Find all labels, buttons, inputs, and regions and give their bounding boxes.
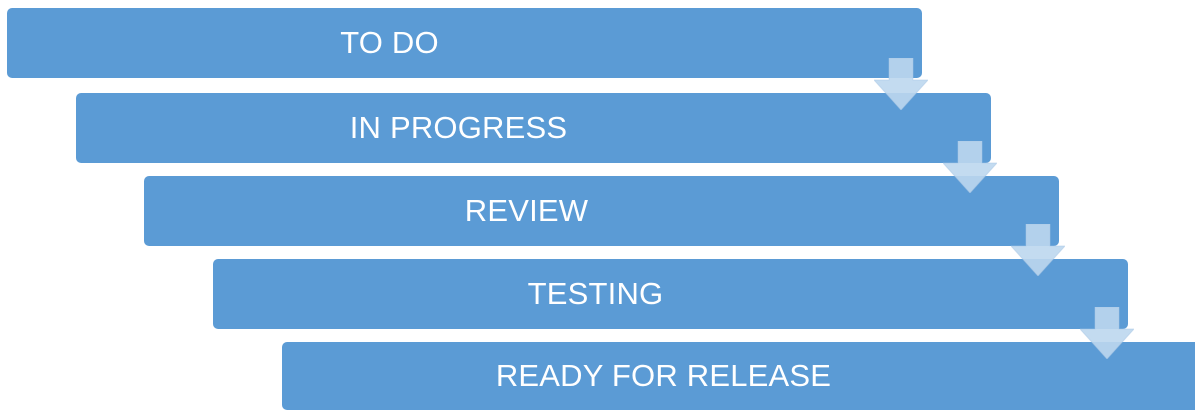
- step-label: TESTING: [527, 276, 664, 311]
- step-review: REVIEW: [144, 176, 1059, 246]
- step-in-progress: IN PROGRESS: [76, 93, 991, 163]
- arrow-down-icon: [943, 141, 997, 193]
- arrow-down-icon: [1080, 307, 1134, 359]
- process-diagram: TO DO IN PROGRESS REVIEW TESTING READY F…: [0, 0, 1195, 410]
- arrow-down-icon: [874, 58, 928, 110]
- arrow-down-icon: [1011, 224, 1065, 276]
- step-testing: TESTING: [213, 259, 1128, 329]
- step-ready-for-release: READY FOR RELEASE: [282, 342, 1195, 410]
- step-label: REVIEW: [464, 193, 589, 228]
- step-label: READY FOR RELEASE: [495, 358, 832, 393]
- step-to-do: TO DO: [7, 8, 922, 78]
- step-label: IN PROGRESS: [349, 110, 568, 145]
- step-label: TO DO: [340, 25, 439, 60]
